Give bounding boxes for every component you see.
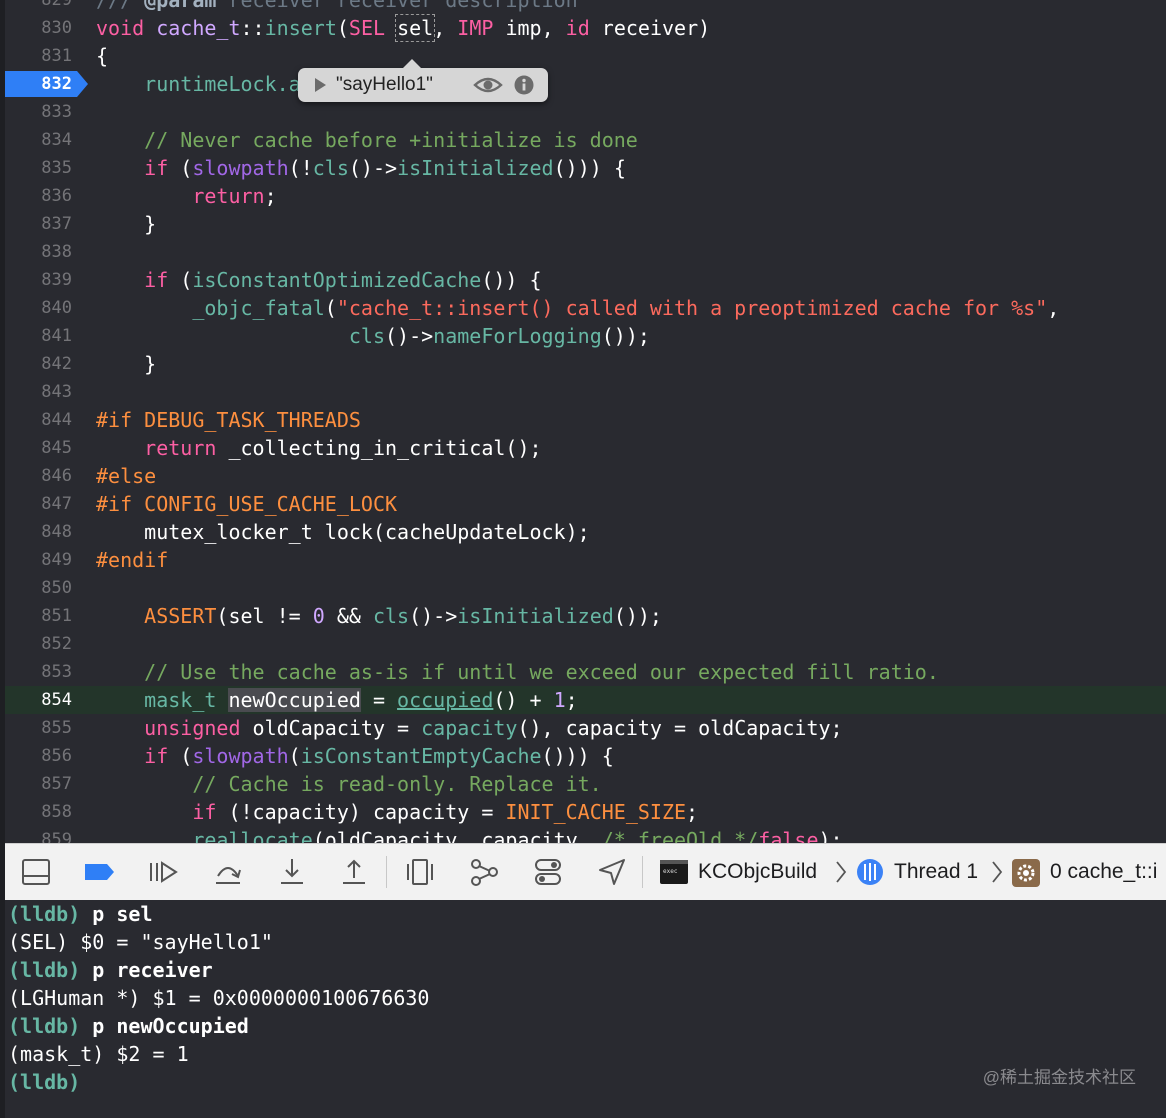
line-number[interactable]: 859 [0, 826, 72, 843]
line-number[interactable]: 834 [0, 126, 72, 154]
console-line: (LGHuman *) $1 = 0x0000000100676630 [8, 986, 430, 1010]
continue-icon[interactable] [147, 856, 179, 888]
view-hierarchy-icon[interactable] [404, 856, 436, 888]
step-out-icon[interactable] [338, 856, 370, 888]
code-line-831: { [96, 44, 109, 68]
eye-icon[interactable] [473, 75, 503, 95]
line-number[interactable]: 855 [0, 714, 72, 742]
left-window-edge [0, 0, 5, 1118]
disclosure-triangle-icon[interactable] [312, 77, 328, 93]
line-number[interactable]: 848 [0, 518, 72, 546]
line-number[interactable]: 837 [0, 210, 72, 238]
thread-icon [857, 859, 883, 885]
chevron-right-icon [836, 861, 847, 883]
line-number[interactable]: 858 [0, 798, 72, 826]
code-line-858: if (!capacity) capacity = INIT_CACHE_SIZ… [96, 800, 699, 824]
line-number[interactable]: 851 [0, 602, 72, 630]
line-number[interactable]: 846 [0, 462, 72, 490]
code-line-846: #else [96, 464, 157, 488]
memory-graph-icon[interactable] [468, 856, 500, 888]
step-into-icon[interactable] [276, 856, 308, 888]
terminal-app-icon: exec [660, 860, 688, 884]
code-line-845: return _collecting_in_critical(); [96, 436, 542, 460]
hide-debug-area-icon[interactable] [20, 856, 52, 888]
line-number[interactable]: 830 [0, 14, 72, 42]
line-number[interactable]: 854 [0, 686, 72, 714]
line-number[interactable]: 847 [0, 490, 72, 518]
svg-text:exec: exec [663, 868, 678, 875]
code-line-832: runtimeLock.a [96, 72, 301, 96]
code-line-856: if (slowpath(isConstantEmptyCache())) { [96, 744, 614, 768]
code-line-836: return; [96, 184, 277, 208]
stack-frame-gear-icon [1012, 859, 1040, 887]
source-editor[interactable]: 829 830 831 832 833 834 835 836 837 838 839 840 841 8… [0, 0, 1166, 843]
code-line-851: ASSERT(sel != 0 && cls()->isInitialized(… [96, 604, 662, 628]
line-number[interactable]: 840 [0, 294, 72, 322]
code-line-830: void cache_t::insert(SEL sel, IMP imp, i… [96, 14, 711, 42]
environment-overrides-icon[interactable] [532, 856, 564, 888]
code-line-854: mask_t newOccupied = occupied() + 1; [96, 688, 578, 712]
watermark-text: @稀土掘金技术社区 [982, 1068, 1136, 1087]
line-number[interactable]: 856 [0, 742, 72, 770]
breadcrumb-thread[interactable]: Thread 1 [894, 844, 978, 900]
info-icon[interactable] [514, 75, 534, 95]
line-number[interactable]: 836 [0, 182, 72, 210]
code-line-855: unsigned oldCapacity = capacity(), capac… [96, 716, 843, 740]
code-line-849: #endif [96, 548, 169, 572]
code-line-853: // Use the cache as-is if until we excee… [96, 660, 939, 684]
line-number[interactable]: 842 [0, 350, 72, 378]
debug-toolbar: exec KCObjcBuild Thread 1 0 cache_t::i [0, 843, 1166, 901]
console-line: (lldb) p receiver [8, 958, 213, 982]
toolbar-separator [386, 856, 387, 888]
simulate-location-icon[interactable] [596, 856, 628, 888]
datatip-value: "sayHello1" [336, 74, 433, 95]
line-number[interactable]: 835 [0, 154, 72, 182]
line-number[interactable]: 843 [0, 378, 72, 406]
line-number-gutter[interactable]: 829 830 831 832 833 834 835 836 837 838 839 840 841 8… [0, 0, 88, 843]
line-number[interactable]: 841 [0, 322, 72, 350]
code-line-847: #if CONFIG_USE_CACHE_LOCK [96, 492, 398, 516]
line-number[interactable]: 844 [0, 406, 72, 434]
code-line-839: if (isConstantOptimizedCache()) { [96, 268, 542, 292]
code-line-842: } [96, 352, 157, 376]
line-number[interactable]: 850 [0, 574, 72, 602]
line-number[interactable]: 853 [0, 658, 72, 686]
console-line: (lldb) p newOccupied [8, 1014, 249, 1038]
code-line-837: } [96, 212, 157, 236]
sel-hover-target[interactable]: sel [395, 14, 436, 42]
toolbar-separator [642, 856, 643, 888]
line-number[interactable]: 845 [0, 434, 72, 462]
console-line: (lldb) p sel [8, 902, 153, 926]
breadcrumb-frame[interactable]: 0 cache_t::i [1050, 844, 1157, 900]
console-line: (mask_t) $2 = 1 [8, 1042, 189, 1066]
code-line-859: reallocate(oldCapacity, capacity, /* fre… [96, 828, 843, 843]
line-number[interactable]: 833 [0, 98, 72, 126]
code-line-844: #if DEBUG_TASK_THREADS [96, 408, 361, 432]
line-number[interactable]: 831 [0, 42, 72, 70]
code-line-829: /// @param receiver receiver description [96, 0, 578, 12]
line-number[interactable]: 852 [0, 630, 72, 658]
code-line-835: if (slowpath(!cls()->isInitialized())) { [96, 156, 626, 180]
code-line-834: // Never cache before +initialize is don… [96, 128, 638, 152]
line-number[interactable]: 832 [0, 70, 72, 98]
variable-datatip-popover[interactable]: "sayHello1" [298, 59, 548, 102]
line-number[interactable]: 849 [0, 546, 72, 574]
chevron-right-icon [992, 861, 1003, 883]
code-line-841: cls()->nameForLogging()); [96, 324, 650, 348]
line-number[interactable]: 829 [0, 0, 72, 14]
line-number[interactable]: 857 [0, 770, 72, 798]
line-number[interactable]: 839 [0, 266, 72, 294]
breakpoints-toggle-icon[interactable] [83, 856, 115, 888]
step-over-icon[interactable] [212, 856, 244, 888]
code-line-857: // Cache is read-only. Replace it. [96, 772, 602, 796]
line-number[interactable]: 838 [0, 238, 72, 266]
breadcrumb-target[interactable]: KCObjcBuild [698, 844, 817, 900]
code-line-848: mutex_locker_t lock(cacheUpdateLock); [96, 520, 590, 544]
console-prompt-line[interactable]: (lldb) [8, 1068, 80, 1096]
console-line: (SEL) $0 = "sayHello1" [8, 930, 273, 954]
code-line-840: _objc_fatal("cache_t::insert() called wi… [96, 296, 1060, 320]
